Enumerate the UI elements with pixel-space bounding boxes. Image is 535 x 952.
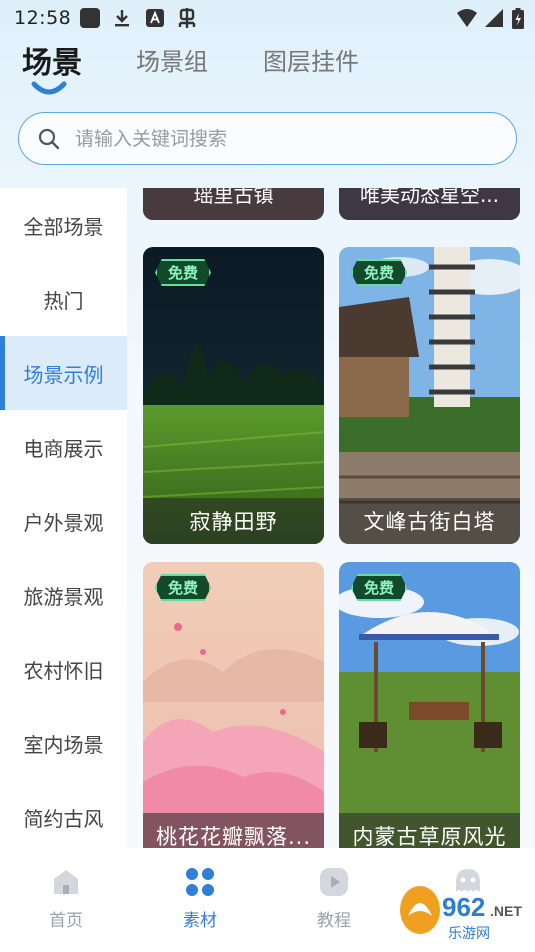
sidebar-item-outdoor[interactable]: 户外景观 [0, 484, 127, 558]
scene-card-caption: 唯美动态星空... [359, 188, 500, 207]
sidebar-item-scene-examples[interactable]: 场景示例 [0, 336, 127, 410]
scene-card-caption: 瑶里古镇 [193, 188, 274, 207]
sidebar-item-indoor[interactable]: 室内场景 [0, 706, 127, 780]
svg-text:乐游网: 乐游网 [448, 926, 490, 942]
svg-text:.NET: .NET [490, 903, 522, 919]
svg-text:962: 962 [442, 892, 485, 922]
scene-card[interactable]: 免费 文峰古街白塔 [339, 247, 520, 544]
sidebar-item-all-scenes[interactable]: 全部场景 [0, 188, 127, 262]
sidebar-item-label: 电商展示 [23, 436, 104, 461]
sidebar-item-hot[interactable]: 热门 [0, 262, 127, 336]
scene-card-caption: 桃花花瓣飘落... [155, 825, 312, 848]
wifi-icon [457, 9, 477, 27]
free-badge: 免费 [351, 574, 407, 601]
scene-card-caption: 内蒙古草原风光 [352, 825, 507, 848]
free-badge: 免费 [155, 574, 211, 601]
nav-label: 首页 [49, 911, 83, 931]
sidebar-item-ancient-style[interactable]: 简约古风 [0, 780, 127, 854]
nav-home[interactable]: 首页 [26, 866, 106, 936]
tutorial-play-icon [320, 868, 348, 896]
nav-label: 教程 [317, 911, 351, 931]
scene-card[interactable]: 免费 桃花花瓣飘落... [143, 562, 324, 848]
scene-card[interactable]: 免费 内蒙古草原风光 [339, 562, 520, 848]
scene-card[interactable]: 瑶里古镇 [143, 188, 324, 220]
scene-card[interactable]: 唯美动态星空... [339, 188, 520, 220]
home-icon [54, 870, 78, 894]
battery-icon [512, 8, 524, 29]
active-tab-indicator [31, 81, 67, 95]
search-icon [38, 128, 60, 150]
category-sidebar: 全部场景 热门 场景示例 电商展示 户外景观 旅游景观 农村怀旧 室内场景 简约… [0, 188, 127, 848]
search-input[interactable] [75, 123, 495, 155]
signal-icon [485, 9, 503, 27]
sidebar-item-label: 热门 [43, 288, 84, 313]
sidebar-item-ecommerce[interactable]: 电商展示 [0, 410, 127, 484]
material-grid-icon [186, 868, 214, 896]
scene-thumbnail-peach-blossom [143, 562, 324, 848]
sidebar-item-label: 简约古风 [23, 806, 104, 831]
sidebar-item-label: 全部场景 [23, 214, 104, 239]
scene-thumbnail-grassland [339, 562, 520, 848]
bug-icon [178, 8, 196, 28]
scene-card[interactable]: 免费 寂静田野 [143, 247, 324, 544]
sidebar-item-rural[interactable]: 农村怀旧 [0, 632, 127, 706]
sidebar-item-travel[interactable]: 旅游景观 [0, 558, 127, 632]
scene-card-caption: 寂静田野 [189, 510, 278, 534]
a-box-icon [146, 9, 164, 27]
sidebar-item-label: 旅游景观 [23, 584, 104, 609]
free-badge: 免费 [155, 259, 211, 286]
search-bar[interactable] [18, 112, 517, 165]
tab-scene-group[interactable]: 场景组 [136, 42, 208, 77]
tab-scene[interactable]: 场景 [22, 38, 82, 82]
download-icon [115, 10, 129, 27]
tab-layer-widgets[interactable]: 图层挂件 [263, 42, 359, 77]
scene-card-caption: 文峰古街白塔 [363, 510, 496, 534]
scene-grid: 瑶里古镇 唯美动态星空... 免费 寂静田野 免费 文峰古街白塔 免费 桃花花瓣… [127, 188, 535, 848]
nav-materials[interactable]: 素材 [160, 866, 240, 936]
sidebar-item-label: 室内场景 [23, 732, 104, 757]
nav-tutorials[interactable]: 教程 [294, 866, 374, 936]
watermark-logo: 962 .NET 乐游网 [400, 886, 522, 942]
sidebar-item-label: 户外景观 [23, 510, 104, 535]
app-square-icon [80, 8, 100, 28]
sidebar-item-label: 农村怀旧 [23, 658, 104, 683]
status-time: 12:58 [14, 7, 72, 29]
sidebar-item-label: 场景示例 [23, 362, 104, 387]
nav-label: 素材 [183, 911, 217, 931]
status-bar: 12:58 [0, 0, 535, 36]
free-badge: 免费 [351, 259, 407, 286]
top-tab-bar: 场景 场景组 图层挂件 [0, 36, 535, 96]
